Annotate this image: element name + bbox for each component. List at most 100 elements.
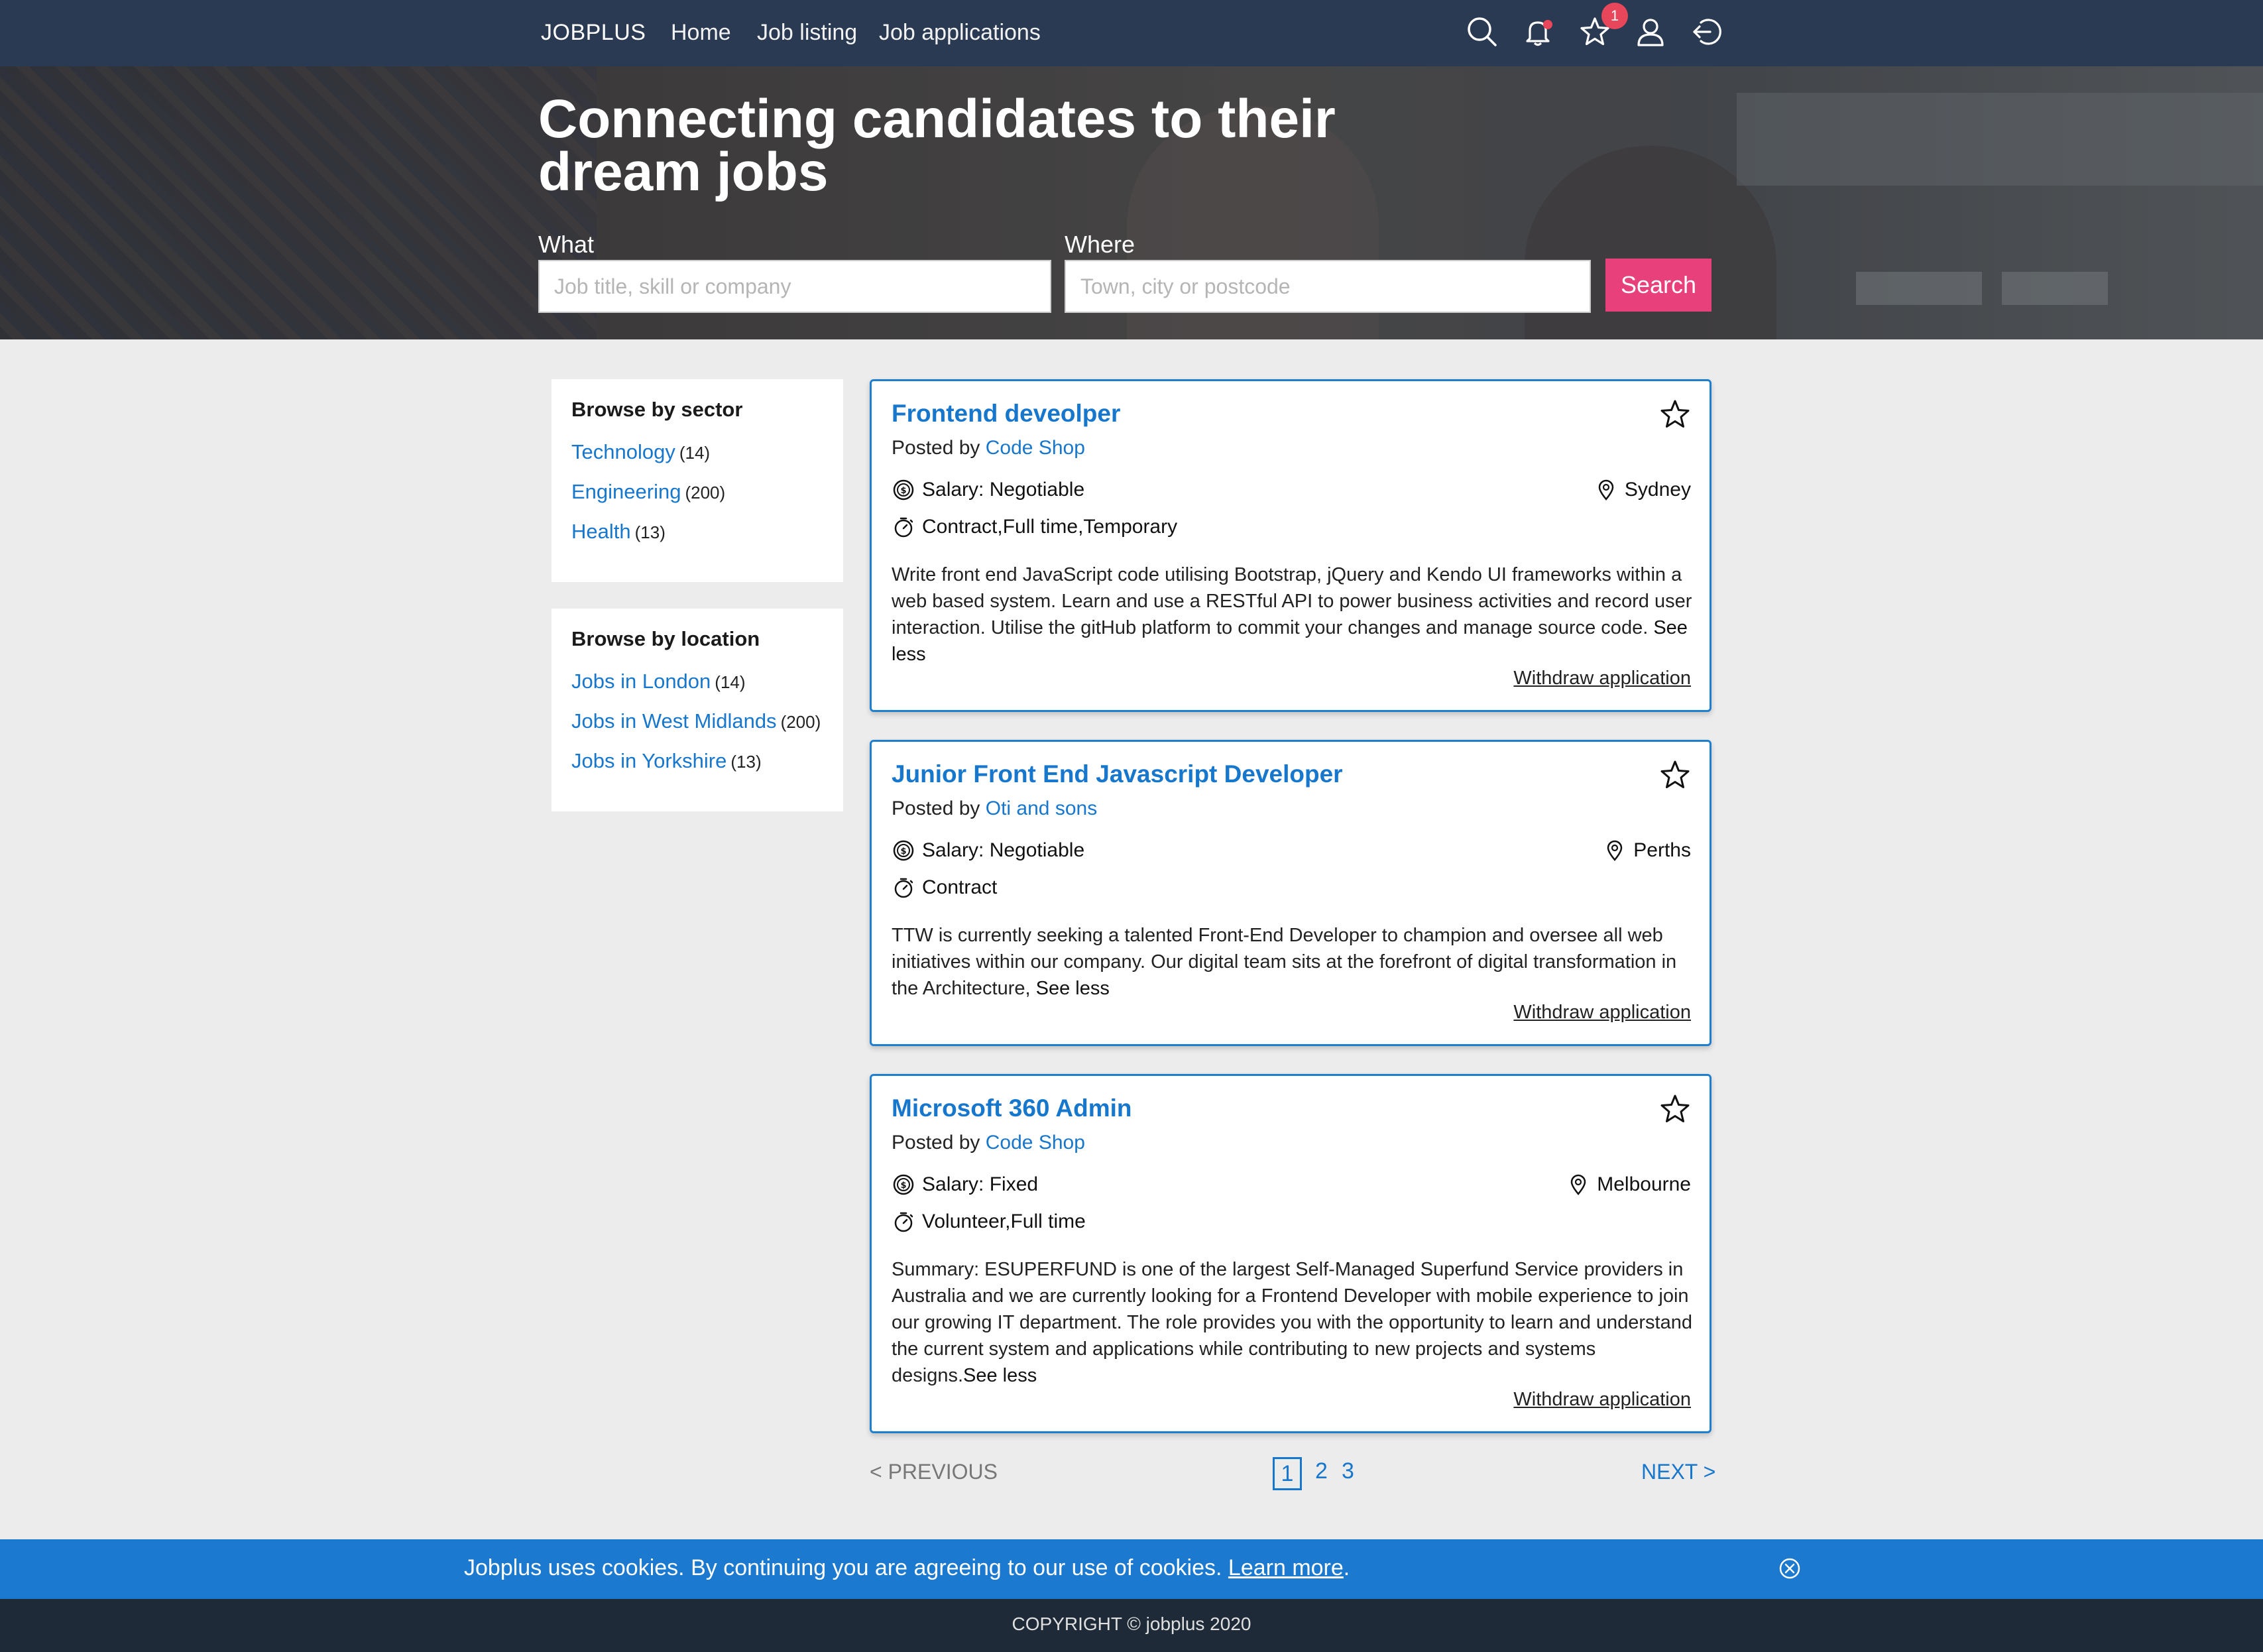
- page-3-button[interactable]: 3: [1342, 1458, 1354, 1484]
- location-info: Sydney: [1594, 478, 1691, 502]
- company-link[interactable]: Code Shop: [986, 437, 1085, 459]
- nav-link-job-listing[interactable]: Job listing: [757, 20, 857, 46]
- where-label: Where: [1065, 231, 1135, 258]
- withdraw-application-link[interactable]: Withdraw application: [1513, 1389, 1691, 1411]
- hero-title: Connecting candidates to their dream job…: [538, 89, 1336, 202]
- previous-page-button[interactable]: < PREVIOUS: [870, 1460, 998, 1484]
- salary-info: $ Salary: Fixed: [892, 1173, 1038, 1197]
- salary-icon: $: [893, 479, 914, 501]
- hero-banner: Connecting candidates to their dream job…: [0, 66, 2263, 339]
- job-description-text: Write front end JavaScript code utilisin…: [892, 564, 1692, 638]
- top-nav: JOBPLUS Home Job listing Job application…: [0, 0, 2263, 66]
- posted-by-label: Posted by: [892, 437, 980, 459]
- job-type-info: Contract,Full time,Temporary: [892, 515, 1177, 539]
- job-type-info: Contract: [892, 876, 997, 900]
- location-count: (13): [730, 752, 762, 772]
- search-button[interactable]: Search: [1605, 259, 1712, 312]
- job-title-link[interactable]: Frontend deveolper: [892, 400, 1120, 428]
- location-item: Jobs in West Midlands (200): [571, 709, 823, 735]
- job-card: Frontend deveolper Posted by Code Shop $…: [870, 379, 1712, 712]
- location-link-london[interactable]: Jobs in London: [571, 670, 711, 693]
- svg-text:$: $: [900, 847, 906, 856]
- location-panel-title: Browse by location: [571, 627, 760, 650]
- page-1-button[interactable]: 1: [1273, 1457, 1302, 1490]
- browse-by-location-panel: Browse by location Jobs in London (14) Jo…: [551, 609, 843, 811]
- salary-info: $ Salary: Negotiable: [892, 839, 1084, 862]
- company-link[interactable]: Oti and sons: [986, 797, 1097, 819]
- see-less-link[interactable]: See less: [1036, 978, 1110, 999]
- favorite-star-icon[interactable]: [1659, 759, 1691, 791]
- where-input[interactable]: [1065, 260, 1591, 313]
- job-type-text: Contract,Full time,Temporary: [922, 516, 1178, 538]
- job-type-text: Volunteer,Full time: [922, 1210, 1086, 1232]
- cookie-banner: Jobplus uses cookies. By continuing you …: [0, 1539, 2263, 1599]
- sector-count: (200): [685, 483, 726, 502]
- job-title-link[interactable]: Microsoft 360 Admin: [892, 1094, 1132, 1122]
- salary-text: Salary: Negotiable: [922, 839, 1085, 861]
- favorite-star-icon[interactable]: [1659, 398, 1691, 430]
- posted-by-label: Posted by: [892, 797, 980, 819]
- close-icon[interactable]: [1778, 1557, 1802, 1580]
- salary-text: Salary: Negotiable: [922, 479, 1085, 501]
- sector-item: Engineering (200): [571, 480, 823, 505]
- withdraw-application-link[interactable]: Withdraw application: [1513, 668, 1691, 689]
- sector-link-technology[interactable]: Technology: [571, 440, 675, 463]
- page-2-button[interactable]: 2: [1315, 1458, 1328, 1484]
- sector-item: Technology (14): [571, 440, 823, 465]
- notification-dot: [1543, 20, 1552, 29]
- posted-by: Posted by Code Shop: [892, 1132, 1085, 1154]
- location-pin-icon: [1598, 479, 1614, 501]
- svg-text:$: $: [900, 486, 906, 496]
- location-pin-icon: [1570, 1174, 1586, 1195]
- location-link-yorkshire[interactable]: Jobs in Yorkshire: [571, 749, 726, 772]
- location-link-west-midlands[interactable]: Jobs in West Midlands: [571, 709, 777, 733]
- withdraw-application-link[interactable]: Withdraw application: [1513, 1002, 1691, 1024]
- logout-icon[interactable]: [1689, 15, 1723, 49]
- posted-by-label: Posted by: [892, 1132, 980, 1153]
- job-type-text: Contract: [922, 876, 998, 898]
- salary-text: Salary: Fixed: [922, 1173, 1039, 1195]
- location-text: Melbourne: [1597, 1173, 1691, 1195]
- posted-by: Posted by Code Shop: [892, 437, 1085, 459]
- salary-info: $ Salary: Negotiable: [892, 478, 1084, 502]
- nav-link-job-applications[interactable]: Job applications: [879, 20, 1041, 46]
- footer: COPYRIGHT © jobplus 2020: [0, 1599, 2263, 1652]
- sector-link-health[interactable]: Health: [571, 520, 631, 543]
- brand-logo[interactable]: JOBPLUS: [541, 20, 646, 46]
- favorites-badge: 1: [1601, 3, 1628, 29]
- page: JOBPLUS Home Job listing Job application…: [0, 0, 2263, 1652]
- cookie-text: Jobplus uses cookies. By continuing you …: [464, 1555, 1222, 1580]
- nav-link-home[interactable]: Home: [671, 20, 731, 46]
- see-less-link[interactable]: See less: [963, 1365, 1037, 1386]
- salary-icon: $: [893, 1174, 914, 1195]
- copyright-text: COPYRIGHT © jobplus 2020: [1012, 1614, 1251, 1634]
- location-text: Sydney: [1624, 479, 1691, 501]
- job-title-link[interactable]: Junior Front End Javascript Developer: [892, 760, 1343, 788]
- location-info: Perths: [1603, 839, 1691, 862]
- clock-icon: [894, 1212, 913, 1232]
- sector-panel-title: Browse by sector: [571, 398, 743, 421]
- location-count: (14): [715, 672, 746, 692]
- clock-icon: [894, 878, 913, 898]
- svg-text:$: $: [900, 1181, 906, 1191]
- sector-count: (13): [634, 522, 666, 542]
- sector-count: (14): [679, 443, 711, 463]
- posted-by: Posted by Oti and sons: [892, 797, 1097, 820]
- favorite-star-icon[interactable]: [1659, 1093, 1691, 1125]
- location-pin-icon: [1607, 840, 1623, 861]
- job-description: Write front end JavaScript code utilisin…: [892, 561, 1694, 668]
- learn-more-link[interactable]: Learn more: [1228, 1555, 1344, 1580]
- user-icon[interactable]: [1633, 15, 1668, 49]
- location-info: Melbourne: [1566, 1173, 1691, 1197]
- location-count: (200): [780, 712, 821, 732]
- search-icon[interactable]: [1465, 15, 1499, 49]
- sector-link-engineering[interactable]: Engineering: [571, 480, 681, 503]
- job-card: Junior Front End Javascript Developer Po…: [870, 740, 1712, 1046]
- location-text: Perths: [1633, 839, 1691, 861]
- what-input[interactable]: [538, 260, 1051, 313]
- location-item: Jobs in Yorkshire (13): [571, 749, 823, 774]
- next-page-button[interactable]: NEXT >: [1641, 1460, 1715, 1484]
- what-label: What: [538, 231, 595, 258]
- company-link[interactable]: Code Shop: [986, 1132, 1085, 1153]
- sector-item: Health (13): [571, 520, 823, 545]
